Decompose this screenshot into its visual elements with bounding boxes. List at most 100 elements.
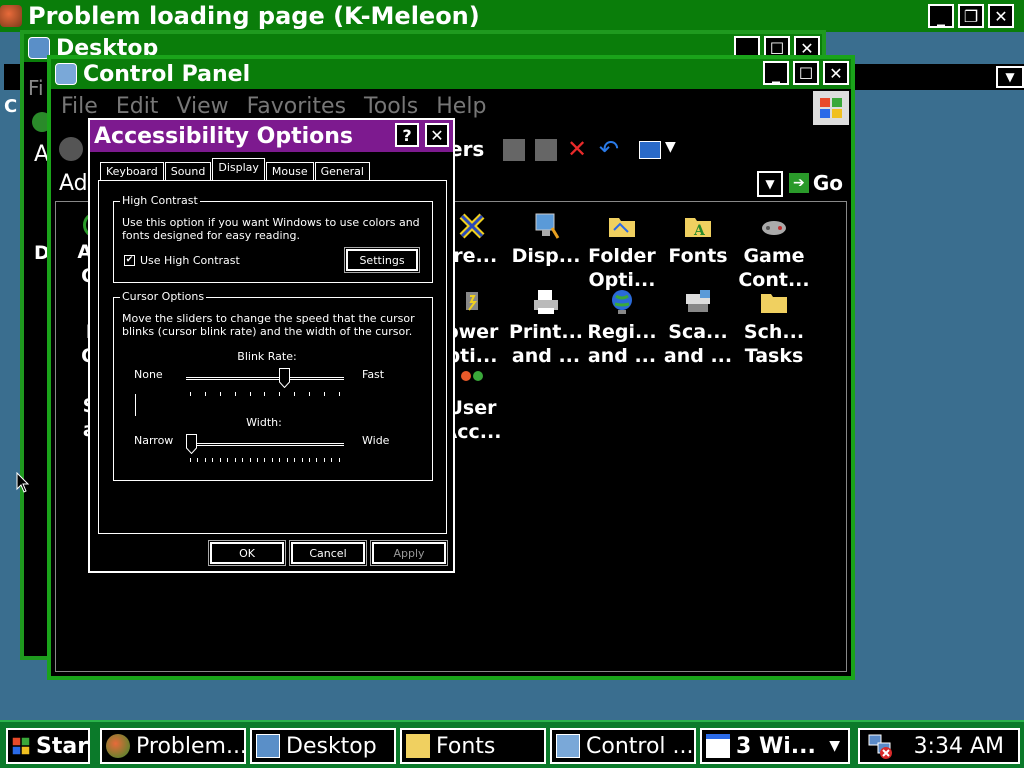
scanner-icon — [686, 290, 710, 312]
power-options-icon — [466, 292, 478, 311]
scheduled-tasks-folder-icon — [761, 294, 787, 313]
cursor-options-description: Move the sliders to change the speed tha… — [122, 312, 415, 338]
taskbar-item-desktop[interactable]: Desktop — [250, 728, 396, 764]
network-disconnected-icon[interactable] — [866, 731, 896, 761]
control-panel-window-controls: _ ☐ ✕ — [763, 61, 849, 85]
blink-rate-slider-thumb[interactable] — [278, 368, 290, 388]
browser-titlebar[interactable]: Problem loading page (K-Meleon) — [0, 0, 1024, 32]
start-label: Start — [36, 733, 89, 759]
dialog-controls: ? ✕ — [395, 123, 449, 147]
control-panel-title: Control Panel — [83, 61, 251, 87]
menu-tools[interactable]: Tools — [364, 94, 418, 119]
blink-rate-slider-track[interactable] — [186, 377, 344, 380]
display-tab-panel: High Contrast Use this option if you wan… — [98, 180, 447, 534]
blink-rate-ticks — [190, 392, 340, 397]
tab-sound[interactable]: Sound — [164, 162, 212, 180]
width-slider-track[interactable] — [186, 443, 344, 446]
url-dropdown-button[interactable]: ▼ — [996, 66, 1024, 88]
display-icon — [535, 213, 560, 239]
windows-logo-icon — [813, 91, 849, 125]
cursor-preview — [135, 394, 136, 416]
go-button[interactable]: ➔ Go — [788, 171, 843, 195]
use-high-contrast-checkbox[interactable]: ✔ Use High Contrast — [124, 254, 240, 267]
settings-button[interactable]: Settings — [345, 248, 419, 272]
menu-help[interactable]: Help — [436, 94, 486, 119]
cursor-options-group-title: Cursor Options — [120, 290, 207, 303]
icon-scanners-and-cameras[interactable]: Sca... and ... — [660, 286, 736, 368]
fonts-folder-icon — [406, 734, 430, 758]
desktop-icon — [256, 734, 280, 758]
taskbar-item-fonts[interactable]: Fonts — [400, 728, 546, 764]
taskbar-item-browser[interactable]: Problem... — [100, 728, 246, 764]
menu-file[interactable]: File — [61, 94, 98, 119]
blink-max-label: Fast — [362, 368, 385, 381]
icon-regional-and-language[interactable]: Regi... and ... — [584, 286, 660, 368]
firewall-icon — [459, 213, 485, 239]
mouse-pointer-icon — [16, 472, 30, 493]
close-button[interactable]: ✕ — [823, 61, 849, 85]
tab-strip: Keyboard Sound Display Mouse General — [100, 158, 371, 180]
menu-favorites[interactable]: Favorites — [247, 94, 346, 119]
tab-keyboard[interactable]: Keyboard — [100, 162, 164, 180]
control-panel-titlebar[interactable]: Control Panel — [51, 59, 851, 89]
undo-icon[interactable]: ↶ — [599, 135, 619, 163]
menu-view[interactable]: View — [176, 94, 228, 119]
taskbar-item-group[interactable]: 3 Wi... ▼ — [700, 728, 850, 764]
close-button[interactable]: ✕ — [425, 123, 449, 147]
start-button[interactable]: Start — [6, 728, 90, 764]
views-dropdown-icon[interactable]: ▼ — [665, 139, 676, 155]
kmeleon-icon — [0, 5, 22, 27]
go-arrow-icon: ➔ — [788, 173, 809, 193]
accessibility-title: Accessibility Options — [94, 123, 354, 149]
taskbar: Start Problem... Desktop Fonts Control .… — [0, 720, 1024, 768]
width-max-label: Wide — [362, 434, 390, 447]
menu-edit[interactable]: Edit — [116, 94, 159, 119]
taskbar-item-control-panel[interactable]: Control ... — [550, 728, 696, 764]
icon-folder-options[interactable]: Folder Opti... — [584, 210, 660, 292]
minimize-button[interactable]: _ — [763, 61, 789, 85]
minimize-button[interactable]: _ — [928, 4, 954, 28]
browser-title: Problem loading page (K-Meleon) — [28, 2, 480, 30]
back-icon[interactable] — [59, 137, 83, 161]
delete-icon[interactable]: ✕ — [567, 135, 587, 163]
icon-scheduled-tasks[interactable]: Sch... Tasks — [736, 286, 812, 368]
blink-min-label: None — [134, 368, 163, 381]
browser-window-controls: _ ❐ ✕ — [928, 4, 1014, 28]
cursor-options-group: Cursor Options Move the sliders to chang… — [113, 290, 433, 481]
system-tray: 3:34 AM — [858, 728, 1020, 764]
kmeleon-icon — [106, 734, 130, 758]
icon-fonts[interactable]: A Fonts — [660, 210, 736, 268]
use-high-contrast-label: Use High Contrast — [140, 254, 240, 267]
width-ticks — [190, 458, 340, 463]
apply-button[interactable]: Apply — [371, 541, 447, 565]
blink-rate-label: Blink Rate: — [237, 350, 297, 363]
icon-display[interactable]: Disp... — [508, 210, 584, 268]
checkmark-icon: ✔ — [124, 255, 135, 266]
browser-partial-letter: C — [4, 96, 18, 117]
width-min-label: Narrow — [134, 434, 174, 447]
copy-to-icon[interactable] — [535, 139, 557, 161]
user-accounts-icon — [461, 371, 483, 381]
help-button[interactable]: ? — [395, 123, 419, 147]
ok-button[interactable]: OK — [209, 541, 285, 565]
close-button[interactable]: ✕ — [988, 4, 1014, 28]
views-icon[interactable] — [639, 141, 661, 159]
tab-general[interactable]: General — [314, 162, 370, 180]
address-label: Ad — [59, 171, 88, 196]
icon-printers-and-faxes[interactable]: Print... and ... — [508, 286, 584, 368]
icon-game-controllers[interactable]: Game Cont... — [736, 210, 812, 292]
tab-mouse[interactable]: Mouse — [265, 162, 314, 180]
address-dropdown-button[interactable]: ▼ — [757, 171, 783, 197]
high-contrast-group: High Contrast Use this option if you wan… — [113, 194, 433, 283]
tab-display[interactable]: Display — [212, 158, 265, 180]
maximize-button[interactable]: ☐ — [793, 61, 819, 85]
accessibility-options-dialog: Accessibility Options ? ✕ Keyboard Sound… — [88, 118, 455, 573]
width-slider-thumb[interactable] — [186, 434, 197, 454]
svg-text:A: A — [693, 223, 706, 239]
restore-button[interactable]: ❐ — [958, 4, 984, 28]
move-to-icon[interactable] — [503, 139, 525, 161]
folder-options-icon — [609, 218, 635, 237]
fonts-folder-icon: A — [685, 218, 711, 239]
clock: 3:34 AM — [913, 733, 1004, 759]
cancel-button[interactable]: Cancel — [290, 541, 366, 565]
